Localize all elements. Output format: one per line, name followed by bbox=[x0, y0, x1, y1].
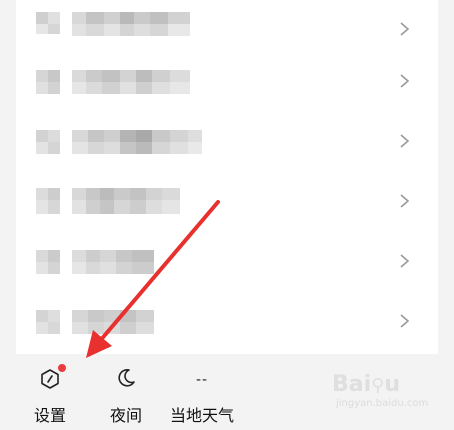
night-mode-label: 夜间 bbox=[109, 406, 143, 425]
pixelated-content bbox=[36, 130, 202, 154]
list-item[interactable] bbox=[16, 292, 438, 352]
chevron-right-icon bbox=[400, 314, 410, 328]
chevron-right-icon bbox=[400, 194, 410, 208]
pixelated-content bbox=[36, 250, 154, 274]
watermark-logo: Bai⚲u bbox=[332, 372, 401, 397]
chevron-right-icon bbox=[400, 22, 410, 36]
pixelated-content bbox=[36, 310, 154, 334]
list-item[interactable] bbox=[16, 232, 438, 292]
chevron-right-icon bbox=[400, 254, 410, 268]
pixelated-content bbox=[36, 12, 190, 36]
moon-icon bbox=[118, 369, 135, 387]
pixelated-content bbox=[36, 70, 190, 94]
local-weather-button[interactable]: -- 当地天气 bbox=[164, 366, 240, 425]
night-mode-button[interactable]: 夜间 bbox=[98, 366, 154, 425]
settings-list-card bbox=[16, 0, 438, 354]
watermark-subtext: jingyan.baidu.com bbox=[336, 398, 429, 409]
pixelated-content bbox=[36, 188, 180, 214]
settings-label: 设置 bbox=[33, 406, 67, 425]
notification-badge bbox=[58, 364, 66, 372]
list-item[interactable] bbox=[16, 112, 438, 172]
list-item[interactable] bbox=[16, 0, 438, 60]
local-weather-label: 当地天气 bbox=[169, 406, 235, 425]
weather-temperature: -- bbox=[195, 372, 209, 388]
settings-button[interactable]: 设置 bbox=[22, 364, 78, 425]
chevron-right-icon bbox=[400, 74, 410, 88]
list-item[interactable] bbox=[16, 52, 438, 112]
list-item[interactable] bbox=[16, 172, 438, 232]
chevron-right-icon bbox=[400, 134, 410, 148]
